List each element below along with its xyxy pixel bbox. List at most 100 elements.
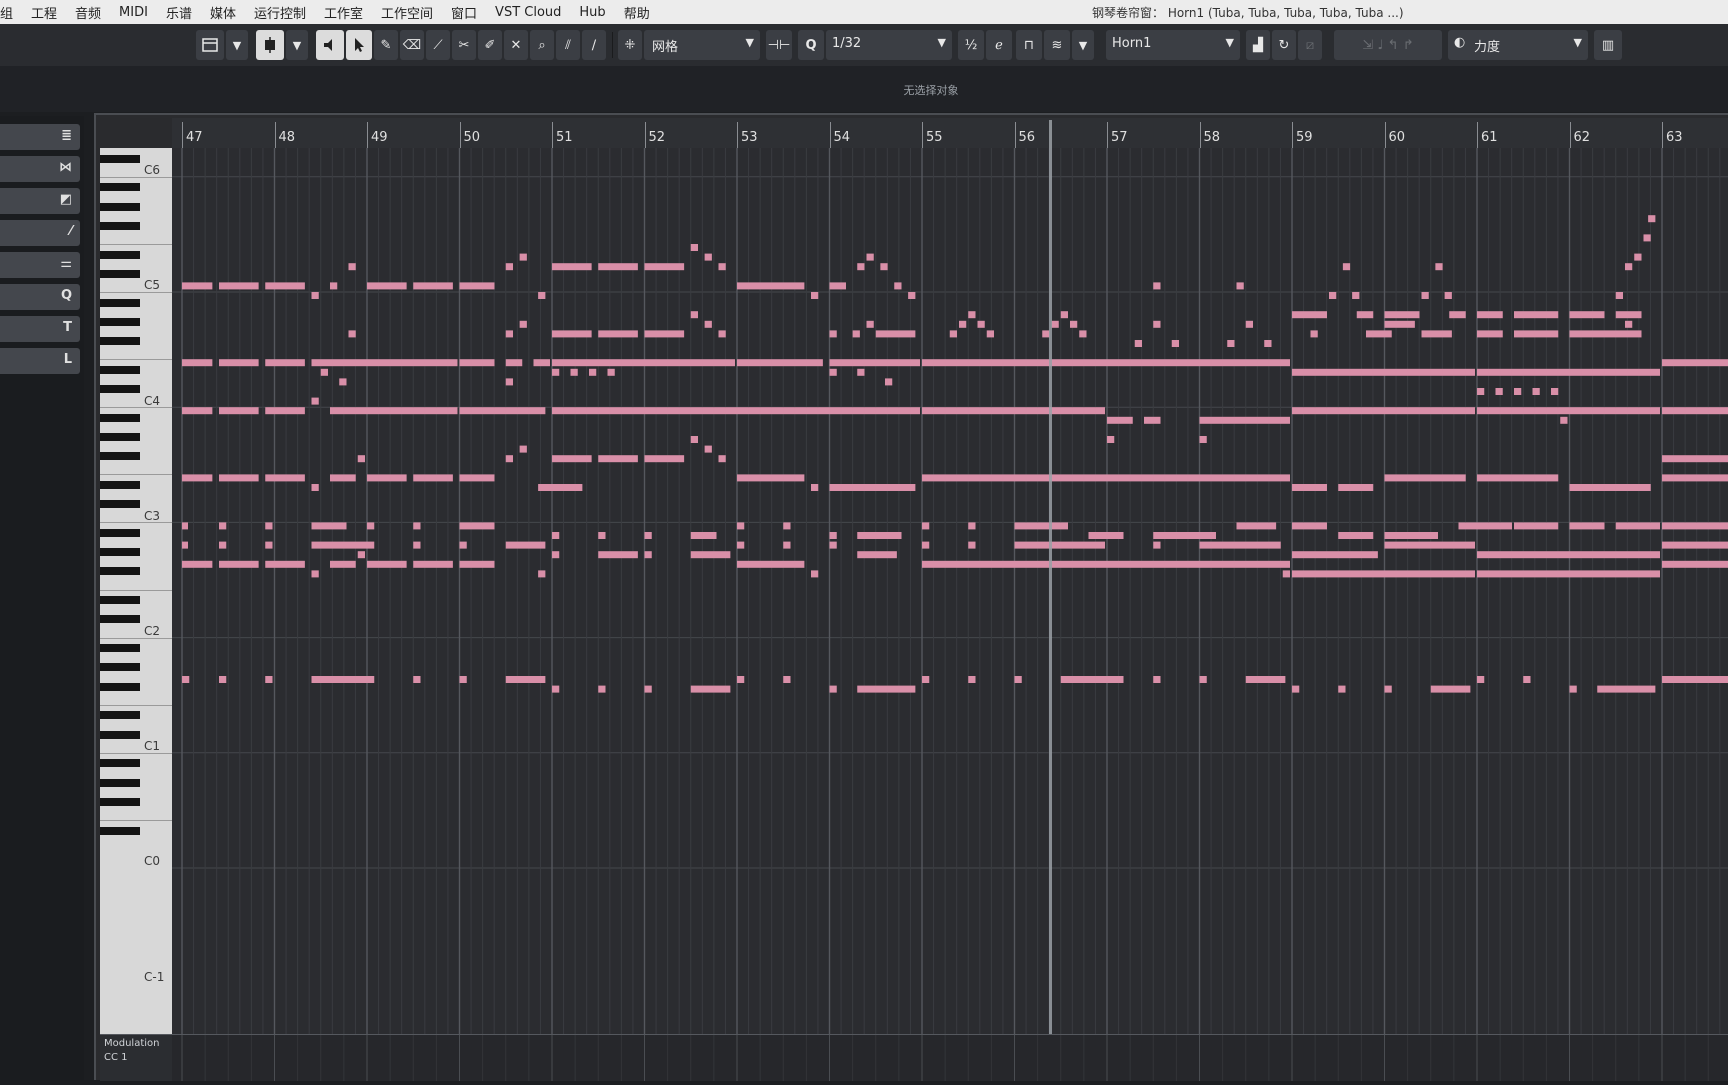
midi-note[interactable] — [1292, 551, 1378, 559]
midi-note[interactable] — [1342, 263, 1351, 271]
midi-note[interactable] — [598, 551, 638, 559]
black-key[interactable] — [100, 548, 140, 557]
midi-note[interactable] — [1662, 455, 1728, 463]
midi-note[interactable] — [1153, 320, 1161, 328]
midi-note[interactable] — [922, 676, 930, 683]
midi-note[interactable] — [1144, 416, 1161, 424]
black-key[interactable] — [100, 778, 140, 787]
midi-note[interactable] — [959, 320, 967, 328]
midi-note[interactable] — [1444, 292, 1452, 299]
midi-note[interactable] — [505, 676, 546, 683]
midi-note[interactable] — [219, 541, 227, 549]
midi-note[interactable] — [311, 484, 319, 491]
midi-note[interactable] — [1014, 541, 1106, 549]
midi-note[interactable] — [459, 359, 495, 367]
midi-note[interactable] — [552, 685, 560, 693]
midi-note[interactable] — [1088, 532, 1124, 539]
midi-note[interactable] — [182, 359, 213, 367]
midi-note[interactable] — [829, 330, 837, 338]
midi-note[interactable] — [1569, 311, 1605, 319]
black-key[interactable] — [100, 596, 140, 605]
midi-note[interactable] — [311, 397, 319, 405]
midi-note[interactable] — [811, 292, 819, 299]
midi-note[interactable] — [552, 263, 592, 271]
midi-note[interactable] — [219, 282, 259, 290]
midi-note[interactable] — [357, 551, 365, 559]
mute-tool[interactable]: ✕ — [504, 30, 528, 60]
midi-note[interactable] — [598, 263, 638, 271]
midi-note[interactable] — [1236, 282, 1244, 290]
trim-tool[interactable]: ⟋ — [426, 30, 450, 60]
midi-note[interactable] — [330, 407, 458, 415]
lock-button[interactable]: ⧄ — [1298, 30, 1322, 60]
midi-note[interactable] — [519, 253, 527, 261]
midi-note[interactable] — [829, 282, 847, 290]
midi-note[interactable] — [219, 359, 259, 367]
midi-note[interactable] — [367, 560, 407, 568]
black-key[interactable] — [100, 250, 140, 259]
draw-tool[interactable]: ✎ — [374, 30, 398, 60]
midi-note[interactable] — [1199, 676, 1207, 683]
midi-note[interactable] — [1292, 368, 1475, 376]
midi-note[interactable] — [737, 282, 805, 290]
black-key[interactable] — [100, 298, 140, 307]
inspector-transpose-panel-button[interactable]: T — [0, 316, 80, 342]
black-key[interactable] — [100, 730, 140, 739]
midi-note[interactable] — [1569, 522, 1605, 530]
black-key[interactable] — [100, 385, 140, 393]
midi-note[interactable] — [1338, 484, 1374, 491]
midi-note[interactable] — [589, 368, 597, 376]
snap-to-zero-crossing[interactable]: ⊣⊢ — [766, 30, 792, 60]
black-key[interactable] — [100, 337, 140, 345]
midi-note[interactable] — [968, 676, 976, 683]
split-tool[interactable]: ✂ — [452, 30, 476, 60]
midi-note[interactable] — [894, 282, 902, 290]
midi-note[interactable] — [311, 541, 375, 549]
midi-note[interactable] — [690, 551, 731, 559]
black-key[interactable] — [100, 644, 140, 653]
midi-note[interactable] — [1569, 685, 1577, 693]
midi-note[interactable] — [885, 378, 893, 386]
midi-note[interactable] — [922, 560, 1290, 568]
midi-note[interactable] — [459, 560, 495, 568]
midi-note[interactable] — [413, 560, 453, 568]
midi-note[interactable] — [505, 541, 546, 549]
midi-note[interactable] — [690, 685, 731, 693]
midi-note[interactable] — [1292, 484, 1327, 491]
midi-note[interactable] — [690, 244, 698, 251]
snap-type-select[interactable]: 网格 ▼ — [644, 30, 760, 60]
midi-note[interactable] — [505, 330, 513, 338]
midi-note[interactable] — [1634, 253, 1642, 261]
midi-note[interactable] — [1514, 330, 1559, 338]
black-key[interactable] — [100, 759, 140, 768]
midi-note[interactable] — [1292, 311, 1327, 319]
midi-note[interactable] — [1384, 474, 1466, 482]
midi-note[interactable] — [413, 676, 421, 683]
midi-note[interactable] — [922, 474, 1290, 482]
menu-item[interactable]: 媒体 — [201, 3, 245, 22]
midi-note[interactable] — [570, 368, 578, 376]
midi-note[interactable] — [182, 522, 188, 530]
menu-item[interactable]: 组 — [0, 3, 22, 22]
midi-note[interactable] — [783, 522, 791, 530]
black-key[interactable] — [100, 154, 140, 163]
ruler[interactable]: 47 48 49 50 51 52 53 54 55 56 57 58 59 60 61 62 63 — [172, 118, 1728, 148]
midi-note[interactable] — [1199, 541, 1281, 549]
menu-item[interactable]: 帮助 — [615, 3, 659, 22]
midi-note[interactable] — [1615, 292, 1623, 299]
midi-note[interactable] — [718, 330, 726, 338]
midi-note[interactable] — [413, 522, 421, 530]
black-key[interactable] — [100, 663, 140, 672]
zoom-tool[interactable]: ⌕ — [530, 30, 554, 60]
midi-note[interactable] — [505, 359, 523, 367]
midi-note[interactable] — [505, 263, 513, 271]
midi-note[interactable] — [1477, 570, 1660, 578]
midi-note[interactable] — [1227, 340, 1235, 347]
midi-note[interactable] — [811, 570, 819, 578]
midi-note[interactable] — [857, 368, 865, 376]
midi-note[interactable] — [367, 282, 407, 290]
midi-note[interactable] — [1523, 676, 1531, 683]
midi-note[interactable] — [1615, 522, 1660, 530]
black-key[interactable] — [100, 826, 140, 835]
menu-item[interactable]: 工作空间 — [372, 3, 442, 22]
